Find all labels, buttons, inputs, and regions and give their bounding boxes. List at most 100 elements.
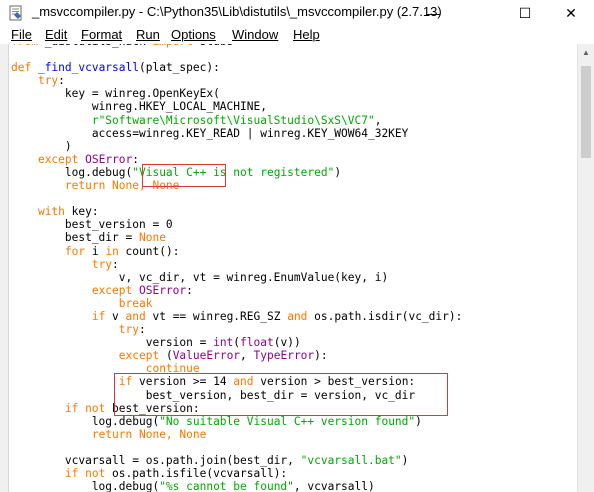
code-line: try:: [11, 258, 119, 271]
code-token: try: [37, 74, 59, 88]
code-token: ): [334, 165, 342, 179]
python-file-icon[interactable]: [8, 5, 24, 21]
minimize-icon: —: [426, 5, 440, 21]
code-line: access=winreg.KEY_READ | winreg.KEY_WOW6…: [11, 127, 409, 140]
code-token: v, vc_dir, vt = winreg.EnumValue(key, i): [11, 270, 389, 284]
code-token: (v)): [273, 336, 301, 350]
code-token: if not: [64, 401, 113, 415]
code-line: vcvarsall = os.path.join(best_dir, "vcva…: [11, 454, 409, 467]
minimize-button[interactable]: —: [410, 0, 456, 26]
code-token: :: [58, 74, 65, 88]
code-line: def _find_vcvarsall(plat_spec):: [11, 61, 220, 74]
scroll-thumb[interactable]: [581, 66, 591, 158]
vertical-scrollbar[interactable]: ▲: [577, 44, 594, 492]
code-token: try: [118, 323, 139, 337]
code-token: if not: [64, 467, 113, 481]
close-icon: ✕: [565, 4, 577, 21]
menu-bar: File Edit Format Run Options Window Help: [0, 26, 594, 44]
menu-edit[interactable]: Edit: [45, 27, 67, 42]
scroll-up-arrow-icon[interactable]: ▲: [582, 48, 590, 57]
code-token: ): [11, 139, 72, 153]
menu-format[interactable]: Format: [81, 27, 122, 42]
code-token: None, None: [138, 427, 207, 441]
code-token: best_dir =: [11, 231, 139, 245]
code-line: except OSError:: [11, 284, 193, 297]
code-token: OSError: [138, 283, 187, 297]
code-line: for i in count():: [11, 244, 180, 258]
code-token: ):: [314, 349, 328, 363]
code-line: try:: [11, 74, 65, 87]
code-line: best_dir = None: [11, 231, 166, 244]
code-token: vt == winreg.REG_SZ: [152, 309, 288, 323]
code-text[interactable]: from _distutils_hack import stubs def _f…: [11, 44, 462, 492]
menu-window[interactable]: Window: [232, 27, 278, 42]
code-token: except: [91, 283, 139, 297]
code-token: break: [118, 296, 153, 310]
code-token: winreg.HKEY_LOCAL_MACHINE,: [11, 100, 267, 114]
code-token: for: [64, 244, 92, 258]
code-token: count():: [125, 244, 180, 258]
code-token: _distutils_hack: [45, 44, 146, 48]
code-token: ,: [374, 113, 382, 127]
code-line: break: [11, 296, 153, 310]
code-token: os.path.isdir(vc_dir):: [314, 309, 463, 323]
code-token: :: [186, 283, 193, 297]
code-token: :: [112, 257, 119, 271]
code-line: best_version = 0: [11, 218, 173, 231]
code-token: def: [11, 61, 38, 75]
code-token: TypeError: [253, 349, 315, 363]
code-token: , vcvarsall): [293, 480, 375, 492]
code-line: v, vc_dir, vt = winreg.EnumValue(key, i): [11, 271, 388, 284]
code-token: :: [139, 323, 146, 337]
code-line: log.debug("%s cannot be found", vcvarsal…: [11, 480, 375, 492]
close-button[interactable]: ✕: [548, 0, 594, 26]
code-line: winreg.HKEY_LOCAL_MACHINE,: [11, 100, 267, 113]
code-token: v: [112, 309, 126, 323]
code-token: and: [125, 309, 153, 323]
code-token: r"Software\Microsoft\VisualStudio\SxS\VC…: [91, 113, 375, 127]
code-token: with: [37, 205, 72, 219]
code-token: ValueError: [172, 349, 241, 363]
code-token: best_version = 0: [11, 218, 173, 232]
maximize-button[interactable]: ☐: [502, 0, 548, 26]
code-token: key = winreg.OpenKeyEx(: [11, 87, 220, 101]
menu-help[interactable]: Help: [293, 27, 320, 42]
code-token: return: [64, 179, 113, 193]
menu-options[interactable]: Options: [171, 27, 216, 42]
code-token: except: [37, 152, 86, 166]
code-token: version =: [11, 336, 214, 350]
menu-file[interactable]: File: [11, 27, 32, 42]
code-editor[interactable]: from _distutils_hack import stubs def _f…: [9, 44, 577, 492]
code-token: os.path.isfile(vcvarsall):: [112, 467, 288, 481]
code-token: (: [165, 349, 173, 363]
code-token: _find_vcvarsall: [37, 61, 139, 75]
code-token: ): [415, 414, 422, 428]
code-token: except: [118, 349, 166, 363]
code-token: i: [91, 244, 106, 258]
code-line: try:: [11, 323, 146, 336]
code-token: "%s cannot be found": [159, 480, 294, 492]
title-bar[interactable]: _msvccompiler.py - C:\Python35\Lib\distu…: [0, 0, 594, 26]
code-token: from: [11, 44, 45, 48]
left-gutter: [0, 44, 9, 492]
code-token: try: [91, 257, 113, 271]
code-token: import: [146, 44, 200, 48]
code-token: and: [287, 309, 315, 323]
code-token: (plat_spec):: [139, 61, 220, 75]
window-title: _msvccompiler.py - C:\Python35\Lib\distu…: [32, 4, 442, 19]
code-token: return: [91, 427, 139, 441]
code-token: "vcvarsall.bat": [300, 454, 402, 467]
menu-run[interactable]: Run: [136, 27, 160, 42]
